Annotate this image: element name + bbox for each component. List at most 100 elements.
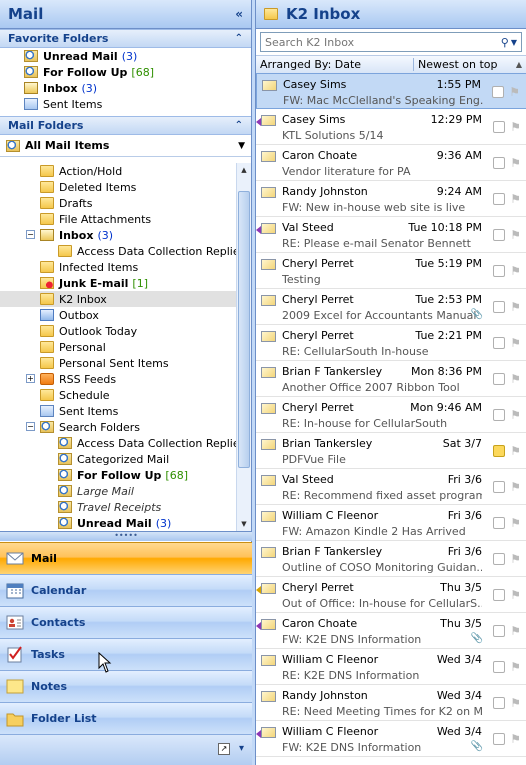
folder-tree-item[interactable]: Access Data Collection Replies bbox=[0, 435, 236, 451]
shortcuts-icon[interactable]: ↗ bbox=[218, 743, 230, 755]
folder-tree-item[interactable]: Personal bbox=[0, 339, 236, 355]
category-box[interactable] bbox=[493, 121, 505, 133]
configure-buttons-icon[interactable]: ▾ bbox=[239, 743, 244, 754]
all-mail-items-dropdown[interactable]: All Mail Items ▼ bbox=[0, 135, 251, 157]
message-row[interactable]: Casey Sims 1:55 PM FW: Mac McClelland's … bbox=[256, 73, 526, 109]
flag-icon[interactable]: ⚑ bbox=[510, 408, 521, 422]
folder-tree-item[interactable]: − Search Folders bbox=[0, 419, 236, 435]
message-row[interactable]: Brian F Tankersley Fri 3/6 Outline of CO… bbox=[256, 541, 526, 577]
folder-tree-item[interactable]: Large Mail bbox=[0, 483, 236, 499]
folder-tree-item[interactable]: File Attachments bbox=[0, 211, 236, 227]
favorite-folder-item[interactable]: Unread Mail (3) bbox=[0, 48, 251, 64]
flag-icon[interactable]: ⚑ bbox=[510, 480, 521, 494]
folder-tree-item[interactable]: Schedule bbox=[0, 387, 236, 403]
message-row[interactable]: Brian Tankersley Sat 3/7 PDFVue File ⚑ bbox=[256, 433, 526, 469]
message-row[interactable]: Cheryl Perret Thu 3/5 Out of Office: In-… bbox=[256, 577, 526, 613]
folder-tree-item[interactable]: Travel Receipts bbox=[0, 499, 236, 515]
flag-icon[interactable]: ⚑ bbox=[510, 552, 521, 566]
message-row[interactable]: Brian F Tankersley Mon 8:36 PM Another O… bbox=[256, 361, 526, 397]
message-row[interactable]: Cheryl Perret Mon 9:46 AM RE: In-house f… bbox=[256, 397, 526, 433]
folder-tree-item[interactable]: Drafts bbox=[0, 195, 236, 211]
search-input[interactable] bbox=[265, 35, 499, 49]
folder-tree-item[interactable]: Action/Hold bbox=[0, 163, 236, 179]
category-box[interactable] bbox=[493, 517, 505, 529]
collapse-favorites-icon[interactable]: ⌃ bbox=[235, 33, 243, 44]
category-box[interactable] bbox=[493, 265, 505, 277]
category-box[interactable] bbox=[493, 481, 505, 493]
scroll-down-icon[interactable]: ▼ bbox=[237, 517, 251, 531]
navigation-splitter[interactable]: ••••• bbox=[0, 531, 252, 541]
folder-tree-item[interactable]: + RSS Feeds bbox=[0, 371, 236, 387]
folder-tree-item[interactable]: Unread Mail (3) bbox=[0, 515, 236, 531]
flag-icon[interactable]: ⚑ bbox=[510, 696, 521, 710]
category-box[interactable] bbox=[493, 553, 505, 565]
folder-tree-item[interactable]: Junk E-mail [1] bbox=[0, 275, 236, 291]
scrollbar-thumb[interactable] bbox=[238, 191, 250, 468]
folder-tree-item[interactable]: For Follow Up [68] bbox=[0, 467, 236, 483]
nav-button-tasks[interactable]: Tasks bbox=[0, 638, 252, 670]
message-row[interactable]: Cheryl Perret Tue 2:21 PM RE: CellularSo… bbox=[256, 325, 526, 361]
flag-icon[interactable]: ⚑ bbox=[510, 264, 521, 278]
search-icon[interactable]: ⚲ bbox=[501, 36, 509, 49]
folder-tree-scrollbar[interactable]: ▲ ▼ bbox=[236, 163, 251, 531]
category-box[interactable] bbox=[493, 409, 505, 421]
collapse-pane-icon[interactable]: « bbox=[235, 7, 243, 21]
category-box[interactable] bbox=[493, 625, 505, 637]
favorite-folder-item[interactable]: For Follow Up [68] bbox=[0, 64, 251, 80]
category-box[interactable] bbox=[493, 157, 505, 169]
message-row[interactable]: Caron Choate Thu 3/5 FW: K2E DNS Informa… bbox=[256, 613, 526, 649]
folder-tree-item[interactable]: Sent Items bbox=[0, 403, 236, 419]
folder-tree-item[interactable]: Outlook Today bbox=[0, 323, 236, 339]
sort-order-button[interactable]: Newest on top bbox=[414, 58, 498, 71]
flag-icon[interactable]: ⚑ bbox=[510, 156, 521, 170]
category-box[interactable] bbox=[493, 733, 505, 745]
flag-icon[interactable]: ⚑ bbox=[509, 85, 520, 99]
flag-icon[interactable]: ⚑ bbox=[510, 372, 521, 386]
flag-icon[interactable]: ⚑ bbox=[510, 336, 521, 350]
message-row[interactable]: Randy Johnston Wed 3/4 RE: Need Meeting … bbox=[256, 685, 526, 721]
arranged-by-button[interactable]: Arranged By: Date bbox=[256, 58, 414, 71]
category-box[interactable] bbox=[493, 697, 505, 709]
flag-icon[interactable]: ⚑ bbox=[510, 192, 521, 206]
favorite-folder-item[interactable]: Sent Items bbox=[0, 96, 251, 112]
flag-icon[interactable]: ⚑ bbox=[510, 660, 521, 674]
collapse-icon[interactable]: − bbox=[26, 230, 35, 239]
folder-tree-item[interactable]: Outbox bbox=[0, 307, 236, 323]
flag-icon[interactable]: ⚑ bbox=[510, 516, 521, 530]
search-options-icon[interactable]: ▼ bbox=[511, 38, 517, 47]
folder-tree-item[interactable]: Personal Sent Items bbox=[0, 355, 236, 371]
flag-icon[interactable]: ⚑ bbox=[510, 732, 521, 746]
flag-icon[interactable]: ⚑ bbox=[510, 444, 521, 458]
collapse-icon[interactable]: − bbox=[26, 422, 35, 431]
nav-button-folderlist[interactable]: Folder List bbox=[0, 702, 252, 734]
nav-button-mail[interactable]: Mail bbox=[0, 542, 252, 574]
message-row[interactable]: Val Steed Tue 10:18 PM RE: Please e-mail… bbox=[256, 217, 526, 253]
category-box[interactable] bbox=[493, 589, 505, 601]
category-box[interactable] bbox=[493, 301, 505, 313]
folder-tree-item[interactable]: Deleted Items bbox=[0, 179, 236, 195]
chevron-down-icon[interactable]: ▼ bbox=[238, 141, 245, 151]
folder-tree-item[interactable]: − Inbox (3) bbox=[0, 227, 236, 243]
flag-icon[interactable]: ⚑ bbox=[510, 120, 521, 134]
nav-button-notes[interactable]: Notes bbox=[0, 670, 252, 702]
flag-icon[interactable]: ⚑ bbox=[510, 588, 521, 602]
message-row[interactable]: Randy Johnston 9:24 AM FW: New in-house … bbox=[256, 181, 526, 217]
category-box[interactable] bbox=[493, 373, 505, 385]
message-row[interactable]: Cheryl Perret Tue 5:19 PM Testing ⚑ bbox=[256, 253, 526, 289]
message-row[interactable]: William C Fleenor Wed 3/4 RE: K2E DNS In… bbox=[256, 649, 526, 685]
category-box[interactable] bbox=[493, 229, 505, 241]
favorite-folder-item[interactable]: Inbox (3) bbox=[0, 80, 251, 96]
folder-tree-item[interactable]: K2 Inbox bbox=[0, 291, 236, 307]
nav-button-contacts[interactable]: Contacts bbox=[0, 606, 252, 638]
search-box[interactable]: ⚲ ▼ bbox=[260, 32, 522, 52]
sort-arrow-icon[interactable]: ▲ bbox=[516, 60, 522, 69]
message-row[interactable]: Cheryl Perret Tue 2:53 PM 2009 Excel for… bbox=[256, 289, 526, 325]
category-box[interactable] bbox=[493, 337, 505, 349]
category-box[interactable] bbox=[493, 445, 505, 457]
message-row[interactable]: Val Steed Fri 3/6 RE: Recommend fixed as… bbox=[256, 469, 526, 505]
expand-icon[interactable]: + bbox=[26, 374, 35, 383]
message-row[interactable]: William C Fleenor Wed 3/4 FW: K2E DNS In… bbox=[256, 721, 526, 757]
collapse-mail-folders-icon[interactable]: ⌃ bbox=[235, 120, 243, 131]
message-row[interactable]: William C Fleenor Fri 3/6 FW: Amazon Kin… bbox=[256, 505, 526, 541]
message-row[interactable]: Caron Choate 9:36 AM Vendor literature f… bbox=[256, 145, 526, 181]
